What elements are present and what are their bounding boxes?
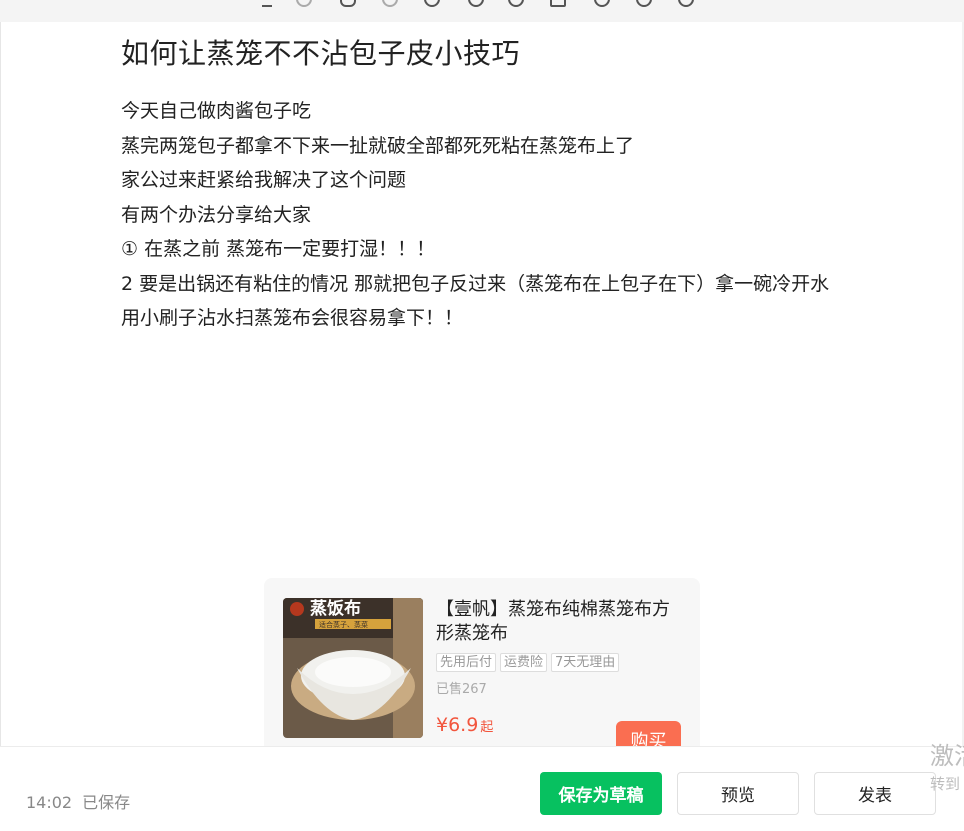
- product-tags: 先用后付 运费险 7天无理由: [436, 653, 620, 672]
- product-image-title: 蒸饭布: [310, 598, 361, 619]
- product-price: ¥6.9 起: [436, 714, 493, 736]
- location-icon[interactable]: [468, 0, 484, 7]
- video-icon[interactable]: [594, 0, 610, 7]
- undo-icon[interactable]: [296, 0, 312, 7]
- image-icon[interactable]: [550, 0, 566, 7]
- product-image-subtitle: 适合蒸子、蒸菜: [319, 620, 368, 629]
- article-paragraph: 蒸完两笼包子都拿不下来一扯就破全部都死死粘在蒸笼布上了: [121, 134, 635, 157]
- audio-icon[interactable]: [636, 0, 652, 7]
- link-icon[interactable]: [340, 0, 356, 7]
- editor-toolbar: [0, 0, 964, 22]
- article-paragraph: 家公过来赶紧给我解决了这个问题: [121, 169, 407, 191]
- product-tag: 运费险: [500, 653, 548, 672]
- article-paragraph: 有两个办法分享给大家: [121, 203, 312, 226]
- save-time: 14:02: [26, 793, 73, 812]
- vote-icon[interactable]: [508, 0, 524, 7]
- emoji-icon[interactable]: [424, 0, 440, 7]
- article-body[interactable]: 今天自己做肉酱包子吃 蒸完两笼包子都拿不下来一扯就破全部都死死粘在蒸笼布上了 家…: [121, 94, 837, 336]
- product-price-suffix: 起: [480, 720, 494, 735]
- publish-button[interactable]: 发表: [814, 772, 936, 815]
- attach-icon[interactable]: [382, 0, 398, 7]
- watermark-line-1: 激活: [930, 742, 964, 770]
- article-paragraph: ① 在蒸之前 蒸笼布一定要打湿！！！: [121, 238, 436, 260]
- article-paragraph: 2 要是出锅还有粘住的情况 那就把包子反过来（蒸笼布在上包子在下）拿一碗冷开水 …: [121, 272, 830, 330]
- format-icon[interactable]: [262, 0, 272, 7]
- save-status-text: 已保存: [82, 793, 131, 812]
- product-card[interactable]: 蒸饭布 适合蒸子、蒸菜 【壹帆】蒸笼布纯棉蒸笼布方形蒸笼布 先用后付 运费险 7…: [264, 578, 700, 768]
- preview-button[interactable]: 预览: [677, 772, 799, 815]
- product-name[interactable]: 【壹帆】蒸笼布纯棉蒸笼布方形蒸笼布: [436, 598, 686, 646]
- bottom-action-bar: 14:02 已保存 保存为草稿 预览 发表: [0, 746, 964, 831]
- watermark-line-2: 转到: [930, 775, 961, 793]
- product-price-amount: ¥6.9: [436, 714, 479, 736]
- article-title[interactable]: 如何让蒸笼不不沾包子皮小技巧: [121, 36, 520, 72]
- save-draft-button[interactable]: 保存为草稿: [540, 772, 662, 815]
- product-tag: 先用后付: [436, 653, 497, 672]
- more-icon[interactable]: [678, 0, 694, 7]
- article-paragraph: 今天自己做肉酱包子吃: [121, 100, 312, 122]
- activation-watermark: 激活 转到: [930, 736, 964, 794]
- product-image: 蒸饭布 适合蒸子、蒸菜: [283, 598, 423, 738]
- product-sold-count: 已售267: [436, 682, 487, 697]
- product-tag: 7天无理由: [551, 653, 620, 672]
- save-status: 14:02 已保存: [26, 789, 130, 813]
- article-editor[interactable]: 如何让蒸笼不不沾包子皮小技巧 今天自己做肉酱包子吃 蒸完两笼包子都拿不下来一扯就…: [0, 22, 962, 768]
